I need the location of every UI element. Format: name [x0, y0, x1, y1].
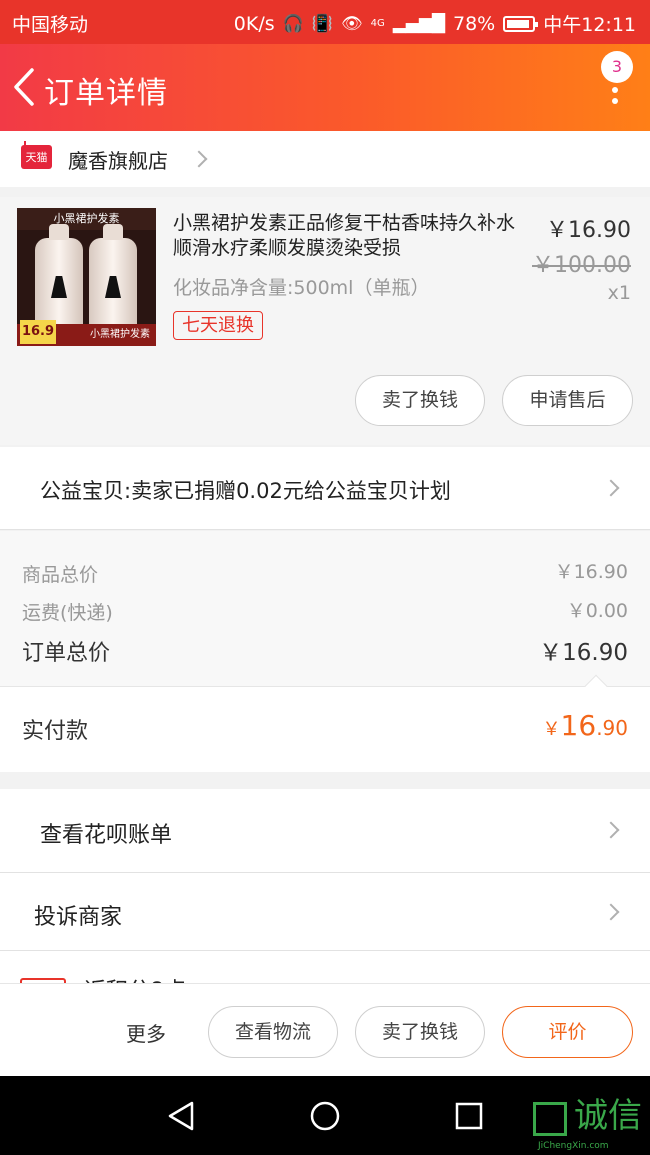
product-item: 小黑裙护发素 小黑裙护发素 16.9 小黑裙护发素正品修复干枯香味持久补水顺滑水… [0, 197, 650, 445]
network-type: 4G [370, 18, 385, 29]
paid-integer: 16 [560, 709, 597, 742]
chevron-right-icon [190, 150, 208, 168]
bottle-graphic [35, 224, 83, 333]
message-badge: 3 [601, 51, 633, 83]
nav-recent-square-icon[interactable] [454, 1101, 484, 1131]
bottle-graphic [89, 224, 137, 333]
complain-merchant-row[interactable]: 投诉商家 [0, 873, 650, 951]
watermark-logo-icon [533, 1102, 567, 1136]
back-button[interactable] [10, 64, 46, 110]
product-image[interactable]: 小黑裙护发素 小黑裙护发素 16.9 [17, 208, 156, 346]
more-dot-icon [612, 87, 618, 93]
after-sale-button[interactable]: 申请售后 [502, 375, 633, 426]
review-button[interactable]: 评价 [502, 1006, 633, 1058]
clock: 中午12:11 [543, 14, 636, 36]
bottom-action-bar: 更多 查看物流 卖了换钱 评价 [0, 983, 650, 1076]
dress-graphic [51, 276, 67, 298]
status-bar: 中国移动 0K/s 🎧 📳 👁 4G ▂▄▆█ 78% 中午12:11 [0, 0, 650, 44]
vibrate-icon: 📳 [311, 13, 333, 34]
chevron-right-icon [602, 821, 620, 839]
product-image-banner: 小黑裙护发素 [17, 208, 156, 230]
signal-icon: ▂▄▆█ [392, 13, 445, 34]
store-name: 魔香旗舰店 [68, 149, 168, 173]
back-arrow-icon [14, 68, 34, 106]
carrier-name: 中国移动 [12, 14, 89, 36]
network-speed: 0K/s [233, 12, 275, 35]
charity-text: 公益宝贝:卖家已捐赠0.02元给公益宝贝计划 [40, 479, 451, 503]
page-title: 订单详情 [44, 76, 168, 111]
more-dot-icon [612, 98, 618, 104]
amount-paid-row: 实付款 ￥16.90 [0, 674, 650, 772]
store-row[interactable]: 天猫 魔香旗舰店 [0, 131, 650, 187]
watermark-text: 诚信 [574, 1096, 642, 1136]
tmall-logo-icon: 天猫 [21, 141, 52, 169]
huabei-bill-row[interactable]: 查看花呗账单 [0, 789, 650, 873]
nav-home-circle-icon[interactable] [309, 1100, 341, 1132]
headphone-icon: 🎧 [282, 13, 304, 34]
chevron-right-icon [602, 479, 620, 497]
battery-percent: 78% [453, 12, 496, 35]
seven-day-return-badge: 七天退换 [173, 311, 263, 340]
goods-total-value: ￥16.90 [554, 561, 628, 583]
price-summary: 商品总价 ￥16.90 运费(快递) ￥0.00 订单总价 ￥16.90 [0, 531, 650, 686]
chevron-right-icon [602, 903, 620, 921]
view-logistics-button[interactable]: 查看物流 [208, 1006, 338, 1058]
shipping-label: 运费(快递) [22, 602, 113, 624]
paid-currency: ￥ [542, 719, 561, 740]
huabei-bill-label: 查看花呗账单 [40, 823, 173, 848]
battery-icon [503, 15, 539, 32]
amount-paid-value: ￥16.90 [543, 709, 628, 742]
complain-merchant-label: 投诉商家 [34, 905, 123, 930]
order-total-value: ￥16.90 [539, 640, 628, 666]
product-price: ￥16.90 [546, 218, 631, 243]
product-title[interactable]: 小黑裙护发素正品修复干枯香味持久补水顺滑水疗柔顺发膜烫染受损 [173, 211, 523, 261]
paid-decimal: .90 [596, 716, 628, 740]
more-actions-button[interactable]: 更多 [126, 1018, 166, 1047]
sell-for-cash-button[interactable]: 卖了换钱 [355, 375, 485, 426]
watermark-url: JiChengXin.com [538, 1141, 609, 1151]
eye-icon: 👁 [340, 13, 363, 34]
order-total-label: 订单总价 [22, 641, 111, 666]
sell-for-cash-bottom-button[interactable]: 卖了换钱 [355, 1006, 485, 1058]
product-quantity: x1 [607, 282, 631, 304]
product-image-price: 16.9 [20, 320, 56, 344]
charity-row[interactable]: 公益宝贝:卖家已捐赠0.02元给公益宝贝计划 [0, 447, 650, 530]
product-spec: 化妆品净含量:500ml（单瓶） [173, 277, 430, 299]
nav-back-triangle-icon[interactable] [166, 1100, 196, 1132]
goods-total-label: 商品总价 [22, 564, 99, 586]
shipping-value: ￥0.00 [566, 600, 628, 622]
nav-bar: 订单详情 3 [0, 44, 650, 131]
dress-graphic [105, 276, 121, 298]
amount-paid-label: 实付款 [22, 719, 89, 744]
original-price: ￥100.00 [532, 253, 631, 278]
